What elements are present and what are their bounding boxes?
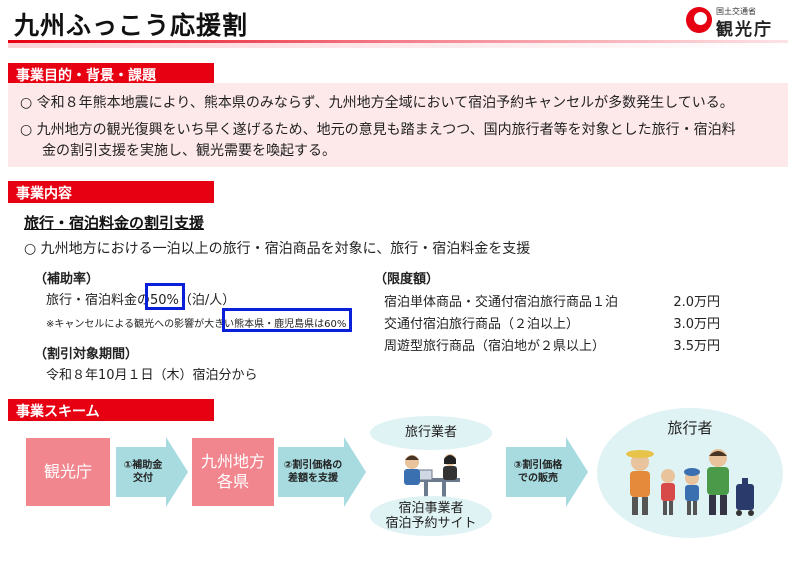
subsidy-rate-label: （補助率） (34, 272, 100, 287)
flow-arrow-2-label-line-1: ②割引価格の (283, 460, 343, 471)
flow-box-2-line-2: 各県 (216, 472, 249, 491)
title-underline-shadow (8, 43, 788, 48)
oval-travel-agency-label: 旅行業者 (404, 425, 457, 440)
period-label: （割引対象期間） (34, 347, 139, 362)
limit-row-2-amount: 3.0万円 (673, 317, 720, 332)
subsidy-suffix: （泊/人） (178, 293, 236, 308)
flow-arrow-3-label-line-2: での販売 (518, 473, 558, 484)
purpose-bullet-2: ○ 九州地方の観光復興をいち早く遂げるため、地元の意見も踏まえつつ、国内旅行者等… (20, 122, 736, 138)
purpose-bullet-1: ○ 令和８年熊本地震により、熊本県のみならず、九州地方全域において宿泊予約キャン… (20, 95, 734, 111)
flow-arrow-3-label: ③割引価格 での販売 (504, 459, 572, 485)
oval-accommodation-line-1: 宿泊事業者 (398, 501, 464, 516)
flow-arrow-1-label-line-1: ①補助金 (123, 460, 163, 471)
limit-row-3-amount: 3.5万円 (673, 339, 720, 354)
subsidy-rate-line: 旅行・宿泊料金の50%（泊/人） (46, 289, 235, 308)
flow-arrow-2-label: ②割引価格の 差額を支援 (276, 459, 350, 485)
oval-accommodation-line-2: 宿泊予約サイト (385, 516, 477, 531)
period-value: 令和８年10月１日（木）宿泊分から (46, 368, 258, 383)
limit-row-1-name: 宿泊単体商品・交通付宿泊旅行商品１泊 (384, 295, 619, 310)
purpose-bullet-2-cont: 金の割引支援を実施し、観光需要を喚起する。 (42, 143, 336, 159)
flow-arrow-1-label: ①補助金 交付 (116, 459, 170, 485)
agency-logo: 国土交通省 観光庁 (686, 6, 786, 40)
limit-row-3-name: 周遊型旅行商品（宿泊地が２県以上） (384, 339, 606, 354)
sun-logo-icon (686, 7, 712, 33)
subsidy-note-prefix: ※キャンセルによる観光への影響が大きい (46, 319, 235, 330)
discount-subheading: 旅行・宿泊料金の割引支援 (24, 214, 205, 232)
flow-box-tourism-agency: 観光庁 (26, 438, 110, 506)
rate-highlight-box (145, 283, 185, 310)
page-title: 九州ふっこう応援割 (14, 11, 249, 40)
flow-box-2-line-1: 九州地方 (200, 452, 265, 471)
oval-traveler-label: 旅行者 (667, 419, 713, 437)
flow-arrow-3-label-line-1: ③割引価格 (513, 460, 563, 471)
limit-row-1-amount: 2.0万円 (673, 295, 720, 310)
discount-bullet: ○ 九州地方における一泊以上の旅行・宿泊商品を対象に、旅行・宿泊料金を支援 (24, 241, 531, 257)
logo-agency-text: 観光庁 (716, 20, 773, 40)
flow-box-kyushu-prefectures: 九州地方 各県 (192, 438, 274, 506)
limit-row-2-name: 交通付宿泊旅行商品（２泊以上） (384, 317, 580, 332)
section-scheme-heading: 事業スキーム (8, 399, 214, 421)
section-content-heading: 事業内容 (8, 181, 214, 203)
oval-accommodation-label: 宿泊事業者 宿泊予約サイト (370, 501, 492, 531)
section-purpose-heading: 事業目的・背景・課題 (8, 63, 214, 85)
flow-arrow-1-label-line-2: 交付 (133, 473, 153, 484)
prefecture-highlight-box (222, 308, 352, 332)
limit-label: （限度額） (374, 272, 440, 287)
flow-arrow-2-label-line-2: 差額を支援 (288, 473, 338, 484)
business-meeting-illustration (404, 454, 460, 498)
subsidy-prefix: 旅行・宿泊料金の (46, 293, 151, 308)
travelers-family-illustration (626, 449, 754, 516)
